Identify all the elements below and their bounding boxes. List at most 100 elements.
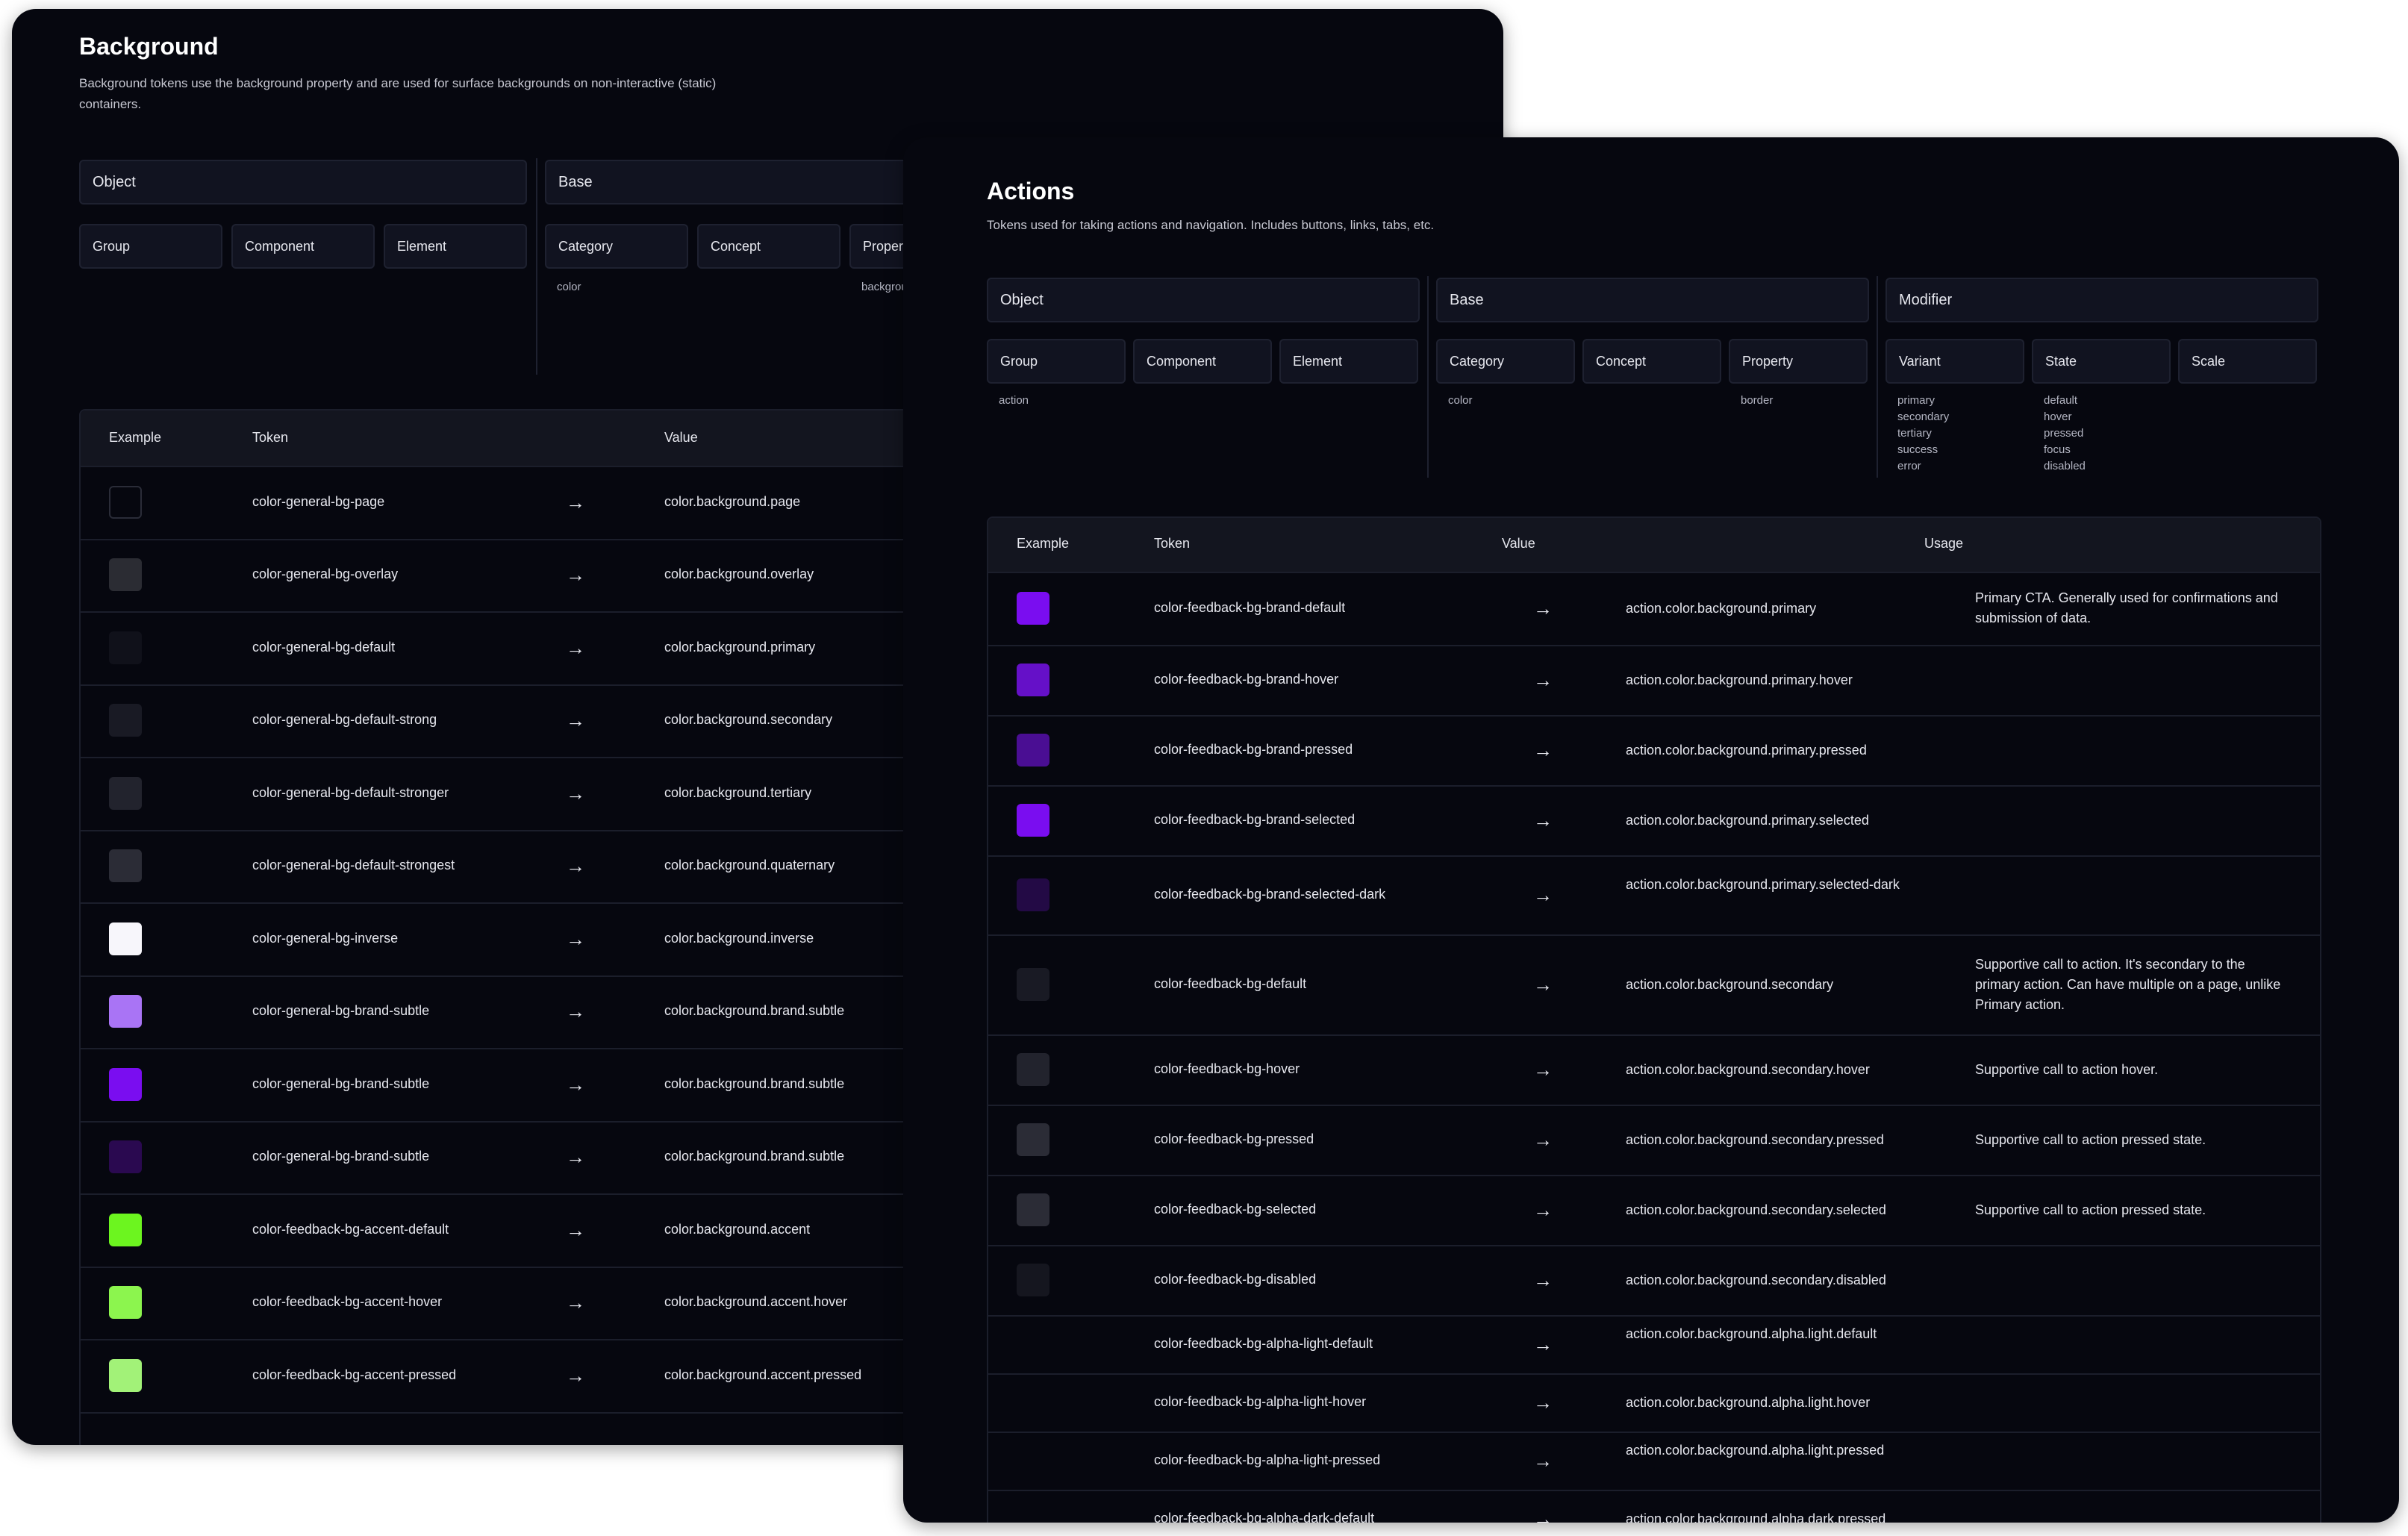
color-swatch xyxy=(109,1358,142,1392)
token-name: color-feedback-bg-brand-default xyxy=(1154,600,1346,615)
arrow-right-icon: → xyxy=(1533,1269,1553,1291)
table-row: color-feedback-bg-alpha-light-hover → acti… xyxy=(988,1373,2320,1433)
table-row: color-feedback-bg-alpha-light-default → ac… xyxy=(988,1315,2320,1375)
group-value: action xyxy=(999,394,1029,407)
group-divider xyxy=(536,158,537,375)
variant-values: primary secondary tertiary success error xyxy=(1897,393,1949,475)
arrow-right-icon: → xyxy=(1533,597,1553,619)
token-value: action.color.background.secondary.hover xyxy=(1626,1062,1870,1077)
arrow-right-icon: → xyxy=(566,1291,585,1314)
token-name: color-feedback-bg-brand-hover xyxy=(1154,672,1339,687)
token-name: color-general-bg-brand-subtle xyxy=(252,1075,430,1091)
page-title: Actions xyxy=(987,178,1075,205)
token-value: action.color.background.primary.selected… xyxy=(1626,877,1900,892)
token-name: color-feedback-bg-alpha-light-default xyxy=(1154,1336,1373,1351)
token-usage: Supportive call to action pressed state. xyxy=(1975,1202,2206,1217)
token-name: color-feedback-bg-alpha-dark-default xyxy=(1154,1511,1375,1523)
color-swatch xyxy=(109,995,142,1028)
color-swatch xyxy=(109,631,142,664)
table-row: color-feedback-bg-disabled → action.color.… xyxy=(988,1245,2320,1317)
state-value: pressed xyxy=(2044,427,2084,440)
token-value: color.background.primary xyxy=(664,639,816,655)
color-swatch xyxy=(109,1213,142,1246)
token-value: action.color.background.alpha.dark.press… xyxy=(1626,1511,1886,1523)
token-value: action.color.background.alpha.light.hove… xyxy=(1626,1395,1871,1410)
column-header-concept: Concept xyxy=(697,224,840,269)
color-swatch xyxy=(109,485,142,519)
token-name: color-feedback-bg-hover xyxy=(1154,1061,1300,1076)
header-token: Token xyxy=(1154,536,1191,551)
token-value: color.background.tertiary xyxy=(664,784,812,800)
table-row: color-feedback-bg-selected → action.color.… xyxy=(988,1175,2320,1246)
table-row: color-feedback-bg-pressed → action.color.b… xyxy=(988,1105,2320,1176)
arrow-right-icon: → xyxy=(1533,1333,1553,1355)
token-value: action.color.background.primary.selected xyxy=(1626,813,1869,828)
token-usage: Primary CTA. Generally used for confirma… xyxy=(1975,590,2278,625)
page-description: Background tokens use the background pro… xyxy=(79,76,717,111)
arrow-right-icon: → xyxy=(566,490,585,513)
arrow-right-icon: → xyxy=(1533,1508,1553,1523)
token-value: action.color.background.primary.pressed xyxy=(1626,743,1867,758)
token-value: color.background.accent xyxy=(664,1221,811,1237)
variant-value: tertiary xyxy=(1897,427,1932,440)
arrow-right-icon: → xyxy=(566,927,585,950)
column-header-component: Component xyxy=(1133,339,1272,384)
page-description: Tokens used for taking actions and navig… xyxy=(987,218,1435,232)
token-name: color-feedback-bg-selected xyxy=(1154,1202,1317,1217)
variant-value: success xyxy=(1897,443,1938,456)
color-swatch xyxy=(109,776,142,810)
arrow-right-icon: → xyxy=(1533,1391,1553,1414)
token-name: color-general-bg-brand-subtle xyxy=(252,1149,430,1164)
token-name: color-feedback-bg-default xyxy=(1154,976,1307,991)
color-swatch xyxy=(1017,968,1049,1001)
color-swatch xyxy=(1017,1264,1049,1296)
token-value: action.color.background.secondary.select… xyxy=(1626,1202,1886,1217)
token-value: color.background.brand.subtle xyxy=(664,1075,845,1091)
token-value: action.color.background.alpha.light.pres… xyxy=(1626,1443,1885,1458)
category-value: color xyxy=(557,281,581,293)
state-value: focus xyxy=(2044,443,2071,456)
arrow-right-icon: → xyxy=(566,781,585,805)
state-value: disabled xyxy=(2044,460,2086,472)
token-value: color.background.accent.pressed xyxy=(664,1367,862,1382)
color-swatch xyxy=(1017,592,1049,625)
header-value: Value xyxy=(664,430,698,445)
table-row: color-feedback-bg-hover → action.color.bac… xyxy=(988,1034,2320,1106)
token-name: color-feedback-bg-alpha-light-hover xyxy=(1154,1394,1367,1409)
column-header-group: Group xyxy=(79,224,222,269)
group-header-modifier: Modifier xyxy=(1885,278,2318,322)
column-header-element: Element xyxy=(1279,339,1418,384)
token-name: color-feedback-bg-brand-pressed xyxy=(1154,742,1353,757)
column-header-state: State xyxy=(2032,339,2171,384)
property-value: border xyxy=(1741,394,1774,407)
arrow-right-icon: → xyxy=(566,1218,585,1241)
token-name: color-feedback-bg-brand-selected-dark xyxy=(1154,887,1386,902)
group-header-base: Base xyxy=(1436,278,1869,322)
arrow-right-icon: → xyxy=(1533,973,1553,996)
arrow-right-icon: → xyxy=(566,1073,585,1096)
arrow-right-icon: → xyxy=(566,709,585,732)
color-swatch xyxy=(1017,664,1049,696)
table-row: color-feedback-bg-brand-selected-dark → ac… xyxy=(988,855,2320,936)
token-value: action.color.background.secondary xyxy=(1626,977,1834,992)
column-header-component: Component xyxy=(231,224,375,269)
table-row: color-feedback-bg-brand-selected → action.… xyxy=(988,785,2320,857)
table-header: Example Token Value Usage xyxy=(988,518,2320,573)
column-header-variant: Variant xyxy=(1885,339,2024,384)
color-swatch xyxy=(1017,1193,1049,1226)
arrow-right-icon: → xyxy=(1533,739,1553,761)
table-row: color-feedback-bg-brand-hover → action.col… xyxy=(988,645,2320,717)
token-value: color.background.accent.hover xyxy=(664,1294,848,1310)
token-name: color-general-bg-page xyxy=(252,493,385,509)
arrow-right-icon: → xyxy=(1533,809,1553,831)
token-value: color.background.overlay xyxy=(664,566,814,582)
actions-token-table: Example Token Value Usage color-feedback… xyxy=(987,516,2321,1523)
table-row: color-feedback-bg-default → action.color.b… xyxy=(988,934,2320,1036)
header-usage: Usage xyxy=(1924,536,1964,551)
column-header-property: Property xyxy=(1729,339,1868,384)
arrow-right-icon: → xyxy=(1533,1449,1553,1472)
column-header-category: Category xyxy=(545,224,688,269)
token-name: color-feedback-bg-accent-hover xyxy=(252,1294,443,1310)
color-swatch xyxy=(1017,734,1049,767)
column-header-scale: Scale xyxy=(2178,339,2317,384)
